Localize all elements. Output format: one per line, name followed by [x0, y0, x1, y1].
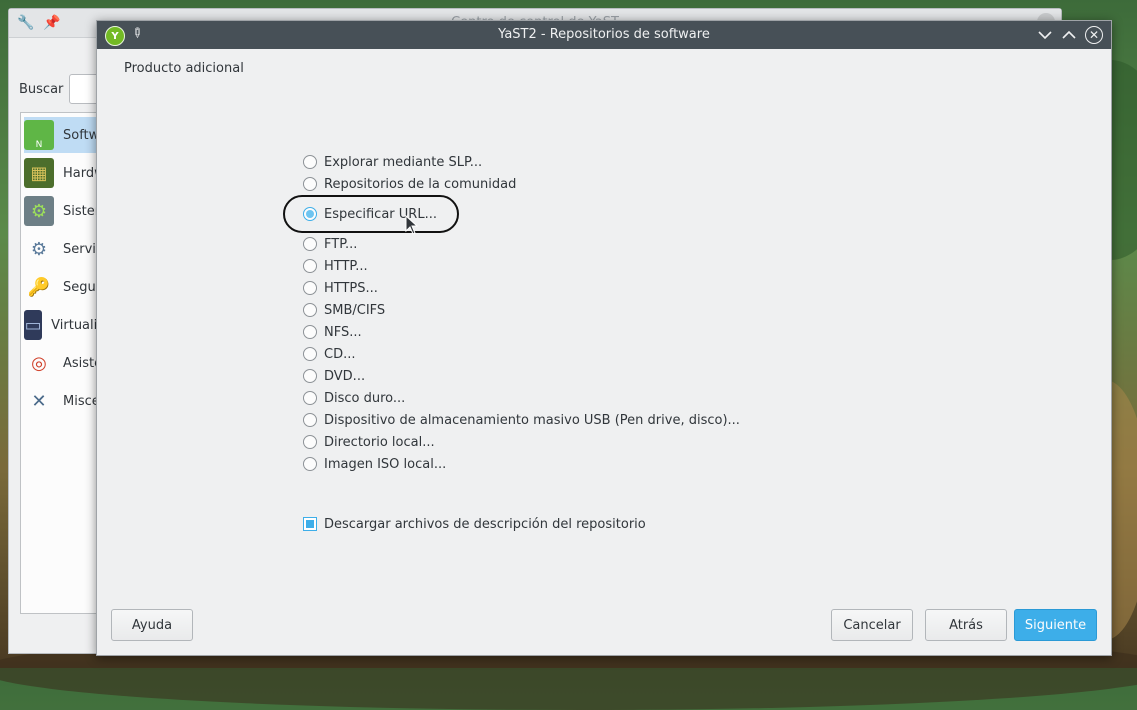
hardware-icon: ▦	[24, 158, 54, 188]
radio-option[interactable]: CD...	[303, 344, 355, 364]
support-icon: ◎	[31, 352, 47, 374]
radio-option[interactable]: Explorar mediante SLP...	[303, 152, 482, 172]
services-icon: ⚙	[30, 238, 48, 260]
radio-option[interactable]: Imagen ISO local...	[303, 454, 446, 474]
page-heading: Producto adicional	[124, 61, 244, 76]
radio-button[interactable]	[303, 155, 317, 169]
mouse-cursor-icon	[405, 215, 419, 235]
radio-button[interactable]	[303, 369, 317, 383]
radio-option[interactable]: DVD...	[303, 366, 365, 386]
system-icon: ⚙	[24, 196, 54, 226]
radio-button[interactable]	[303, 259, 317, 273]
radio-option[interactable]: FTP...	[303, 234, 357, 254]
radio-button[interactable]	[303, 457, 317, 471]
radio-option[interactable]: HTTP...	[303, 256, 368, 276]
radio-button[interactable]	[303, 237, 317, 251]
back-button[interactable]: Atrás	[925, 609, 1007, 641]
radio-button[interactable]	[303, 177, 317, 191]
radio-option[interactable]: Disco duro...	[303, 388, 405, 408]
radio-button[interactable]	[303, 325, 317, 339]
radio-option[interactable]: SMB/CIFS	[303, 300, 385, 320]
virtualization-icon: ▭	[24, 310, 43, 340]
radio-button[interactable]	[303, 281, 317, 295]
radio-button[interactable]	[303, 391, 317, 405]
radio-option[interactable]: Directorio local...	[303, 432, 435, 452]
cancel-button[interactable]: Cancelar	[831, 609, 913, 641]
annotation-oval	[283, 195, 459, 233]
dialog-titlebar[interactable]: Y ✎ YaST2 - Repositorios de software ✕	[97, 21, 1111, 49]
download-descriptions-option[interactable]: Descargar archivos de descripción del re…	[303, 514, 646, 534]
radio-button[interactable]	[303, 435, 317, 449]
radio-option[interactable]: NFS...	[303, 322, 362, 342]
minimize-chevron-down-icon[interactable]	[1035, 25, 1055, 45]
maximize-chevron-up-icon[interactable]	[1059, 25, 1079, 45]
software-repositories-dialog[interactable]: Y ✎ YaST2 - Repositorios de software ✕ P…	[96, 20, 1112, 656]
radio-button[interactable]	[303, 303, 317, 317]
download-descriptions-checkbox[interactable]	[303, 517, 317, 531]
radio-option[interactable]: HTTPS...	[303, 278, 378, 298]
close-icon[interactable]: ✕	[1085, 26, 1103, 44]
search-label: Buscar	[19, 82, 64, 97]
help-button[interactable]: Ayuda	[111, 609, 193, 641]
dialog-title: YaST2 - Repositorios de software	[498, 27, 710, 42]
misc-icon: ✕	[31, 390, 47, 412]
software-icon: N	[24, 120, 54, 150]
next-button[interactable]: Siguiente	[1014, 609, 1097, 641]
radio-button[interactable]	[303, 413, 317, 427]
radio-option[interactable]: Repositorios de la comunidad	[303, 174, 516, 194]
radio-option[interactable]: Dispositivo de almacenamiento masivo USB…	[303, 410, 740, 430]
radio-button[interactable]	[303, 347, 317, 361]
security-icon: 🔑	[27, 276, 51, 298]
